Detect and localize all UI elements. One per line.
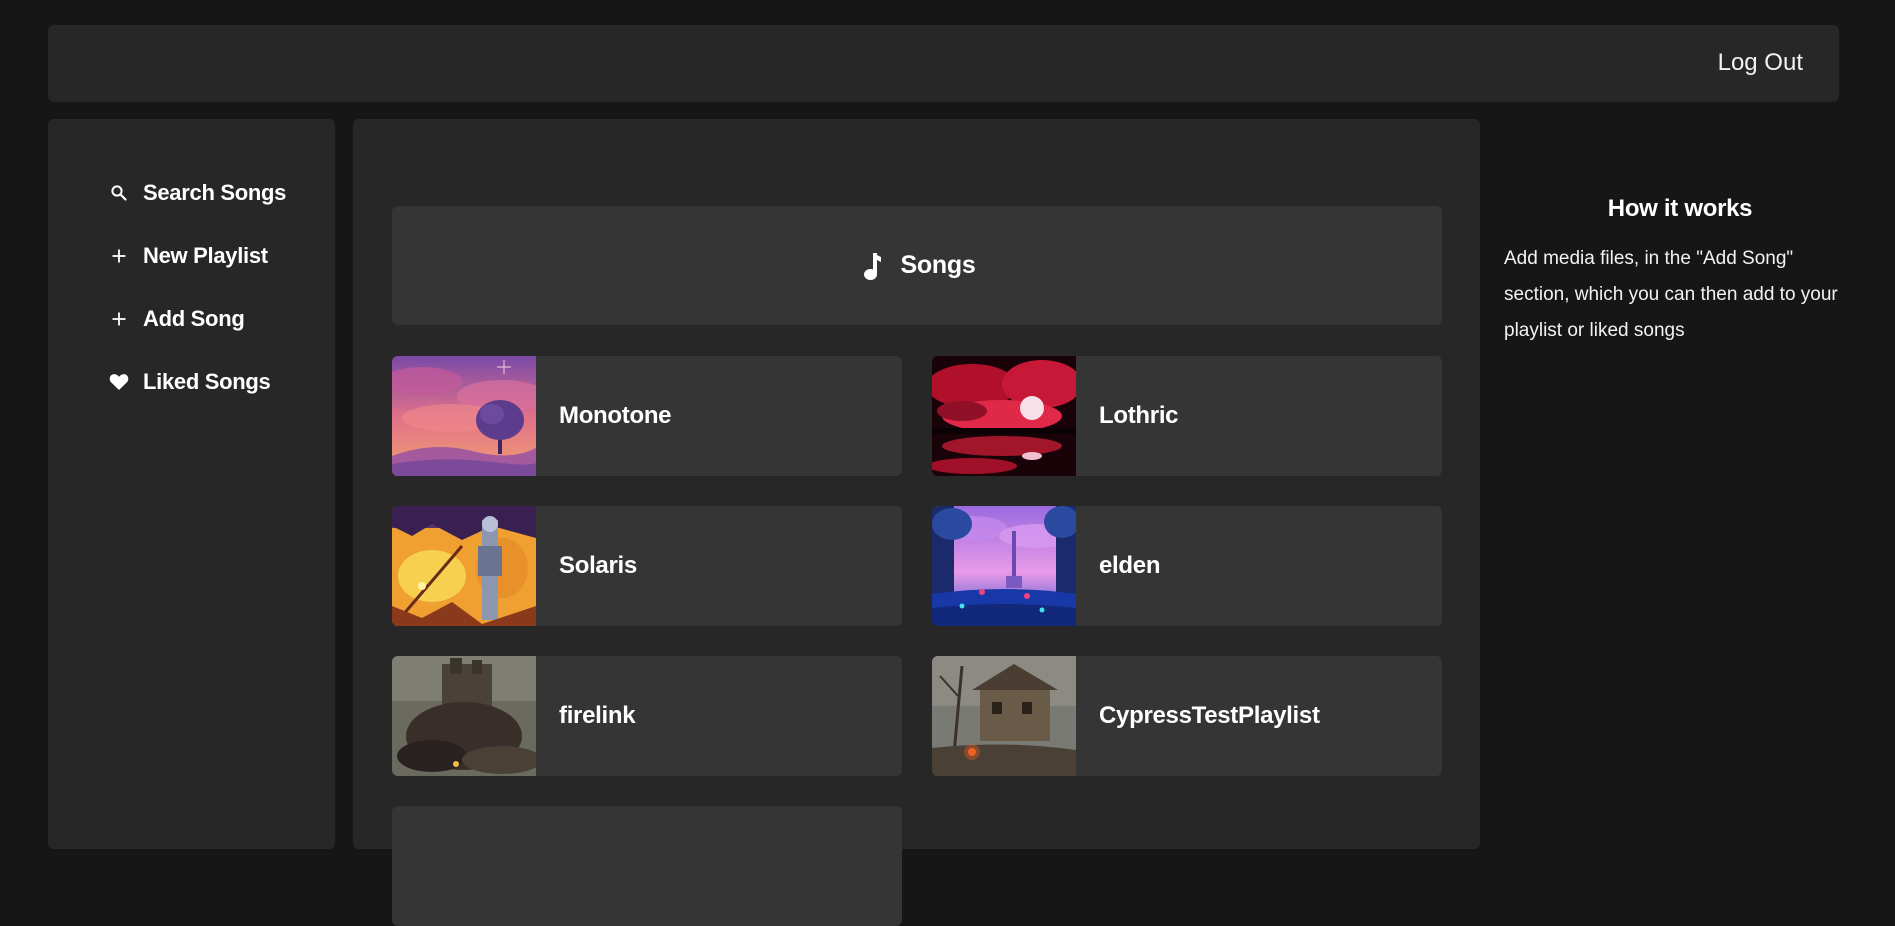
sidebar-item-label: Add Song (143, 306, 245, 331)
heart-icon (108, 371, 130, 393)
song-card-solaris[interactable]: Solaris (392, 506, 902, 626)
music-note-icon (859, 251, 885, 281)
song-title: Lothric (1099, 402, 1179, 429)
search-icon (108, 182, 130, 204)
sidebar-item-add-song[interactable]: Add Song (108, 306, 245, 332)
song-card-lothric[interactable]: Lothric (932, 356, 1442, 476)
sidebar-item-search-songs[interactable]: Search Songs (108, 180, 286, 206)
how-it-works-title: How it works (1607, 195, 1753, 222)
how-it-works-text: Add media files, in the "Add Song" secti… (1504, 248, 1838, 341)
song-title: firelink (559, 702, 636, 729)
song-title: Solaris (559, 552, 637, 579)
sidebar-item-label: Search Songs (143, 180, 287, 205)
song-card-partial[interactable] (392, 806, 902, 926)
song-thumbnail (932, 356, 1076, 476)
songs-section-header: Songs (392, 206, 1442, 325)
sidebar-item-label: New Playlist (143, 243, 268, 268)
sidebar-item-label: Liked Songs (143, 369, 271, 394)
song-title: elden (1099, 552, 1161, 579)
plus-icon (108, 308, 130, 330)
song-thumbnail (932, 506, 1076, 626)
song-card-monotone[interactable]: Monotone (392, 356, 902, 476)
sidebar: Search Songs New Playlist Add Song Liked… (48, 119, 335, 849)
main-panel: Songs Monotone Lothric Solaris elden fir… (353, 119, 1480, 926)
logout-button[interactable]: Log Out (1718, 49, 1803, 77)
song-card-firelink[interactable]: firelink (392, 656, 902, 776)
how-it-works-panel: How it works Add media files, in the "Ad… (1504, 195, 1860, 349)
song-thumbnail (392, 356, 536, 476)
song-card-elden[interactable]: elden (932, 506, 1442, 626)
plus-icon (108, 245, 130, 267)
song-card-cypresstestplaylist[interactable]: CypressTestPlaylist (932, 656, 1442, 776)
song-thumbnail (392, 656, 536, 776)
sidebar-item-liked-songs[interactable]: Liked Songs (108, 369, 271, 395)
song-title: Monotone (559, 402, 672, 429)
song-title: CypressTestPlaylist (1099, 702, 1320, 729)
top-bar: Log Out (48, 25, 1839, 102)
songs-title: Songs (900, 251, 976, 279)
song-thumbnail (392, 506, 536, 626)
sidebar-item-new-playlist[interactable]: New Playlist (108, 243, 268, 269)
song-thumbnail (932, 656, 1076, 776)
